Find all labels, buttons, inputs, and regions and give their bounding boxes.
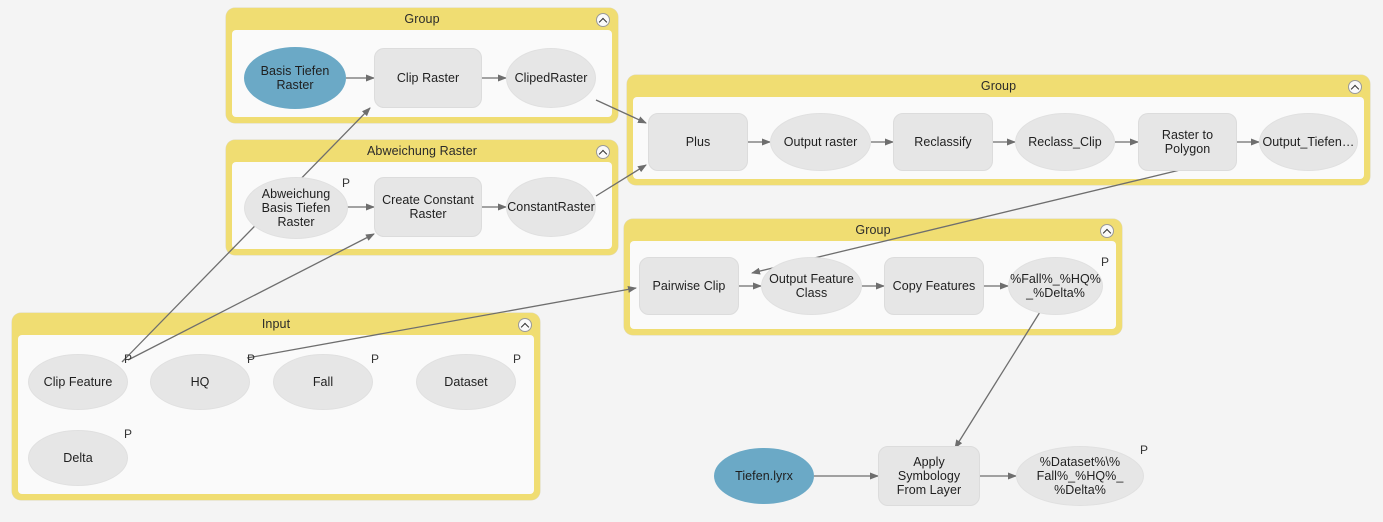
node-output-feature-class[interactable]: Output Feature Class: [761, 257, 862, 315]
node-label: Clip Raster: [396, 71, 460, 85]
node-label: ConstantRaster: [507, 200, 595, 214]
chevron-up-icon[interactable]: [596, 13, 610, 27]
parameter-badge: P: [124, 427, 133, 441]
node-reclassify[interactable]: Reclassify: [893, 113, 993, 171]
modelbuilder-canvas[interactable]: Group Basis Tiefen Raster Clip Raster Cl…: [0, 0, 1383, 522]
node-label: Tiefen.lyrx: [735, 469, 793, 483]
parameter-badge: P: [247, 352, 256, 366]
node-hq[interactable]: HQ: [150, 354, 250, 410]
node-constant-raster[interactable]: ConstantRaster: [506, 177, 596, 237]
group-title: Group: [980, 79, 1017, 93]
node-label: %Dataset%\% Fall%_%HQ%_ %Delta%: [1036, 455, 1124, 497]
node-dataset[interactable]: Dataset: [416, 354, 516, 410]
node-reclass-clip[interactable]: Reclass_Clip: [1015, 113, 1115, 171]
node-label: Delta: [63, 451, 93, 465]
parameter-badge: P: [1101, 255, 1110, 269]
node-label: Basis Tiefen Raster: [260, 64, 330, 92]
node-label: Raster to Polygon: [1161, 128, 1214, 156]
node-tiefen-lyrx[interactable]: Tiefen.lyrx: [714, 448, 814, 504]
node-label: HQ: [190, 375, 210, 389]
node-label: Abweichung Basis Tiefen Raster: [261, 187, 331, 229]
node-raster-to-polygon[interactable]: Raster to Polygon: [1138, 113, 1237, 171]
node-fall-hq-delta[interactable]: %Fall%_%HQ% _%Delta%: [1008, 257, 1103, 315]
group-title: Group: [855, 223, 891, 237]
node-pairwise-clip[interactable]: Pairwise Clip: [639, 257, 739, 315]
group-title: Abweichung Raster: [366, 144, 478, 158]
group-title: Input: [261, 317, 291, 331]
node-label: Plus: [685, 135, 711, 149]
node-label: Dataset: [444, 375, 488, 389]
node-label: Output raster: [783, 135, 858, 149]
node-label: Copy Features: [892, 279, 976, 293]
node-label: Pairwise Clip: [652, 279, 726, 293]
chevron-up-icon[interactable]: [1348, 80, 1362, 94]
node-copy-features[interactable]: Copy Features: [884, 257, 984, 315]
node-fall[interactable]: Fall: [273, 354, 373, 410]
node-dataset-fall-hq-delta[interactable]: %Dataset%\% Fall%_%HQ%_ %Delta%: [1016, 446, 1144, 506]
node-plus[interactable]: Plus: [648, 113, 748, 171]
node-label: Reclass_Clip: [1028, 135, 1102, 149]
group-title: Group: [404, 12, 440, 26]
chevron-up-icon[interactable]: [518, 318, 532, 332]
chevron-up-icon[interactable]: [596, 145, 610, 159]
node-label: ClipedRaster: [514, 71, 588, 85]
chevron-up-icon[interactable]: [1100, 224, 1114, 238]
node-delta[interactable]: Delta: [28, 430, 128, 486]
parameter-badge: P: [124, 352, 133, 366]
node-basis-tiefen-raster[interactable]: Basis Tiefen Raster: [244, 47, 346, 109]
node-cliped-raster[interactable]: ClipedRaster: [506, 48, 596, 108]
node-label: Reclassify: [914, 135, 972, 149]
node-clip-raster[interactable]: Clip Raster: [374, 48, 482, 108]
node-label: Output Feature Class: [769, 272, 854, 300]
parameter-badge: P: [513, 352, 522, 366]
parameter-badge: P: [1140, 443, 1149, 457]
parameter-badge: P: [342, 176, 351, 190]
node-label: Output_Tiefen…: [1262, 135, 1355, 149]
node-label: Fall: [312, 375, 334, 389]
parameter-badge: P: [371, 352, 380, 366]
node-label: Clip Feature: [43, 375, 113, 389]
node-output-raster[interactable]: Output raster: [770, 113, 871, 171]
node-clip-feature[interactable]: Clip Feature: [28, 354, 128, 410]
node-label: Apply Symbology From Layer: [896, 455, 962, 497]
node-abweichung-basis-tiefen-raster[interactable]: Abweichung Basis Tiefen Raster: [244, 177, 348, 239]
node-label: %Fall%_%HQ% _%Delta%: [1010, 272, 1101, 300]
node-output-tiefen[interactable]: Output_Tiefen…: [1259, 113, 1358, 171]
node-label: Create Constant Raster: [382, 193, 474, 221]
node-create-constant-raster[interactable]: Create Constant Raster: [374, 177, 482, 237]
node-apply-symbology-from-layer[interactable]: Apply Symbology From Layer: [878, 446, 980, 506]
